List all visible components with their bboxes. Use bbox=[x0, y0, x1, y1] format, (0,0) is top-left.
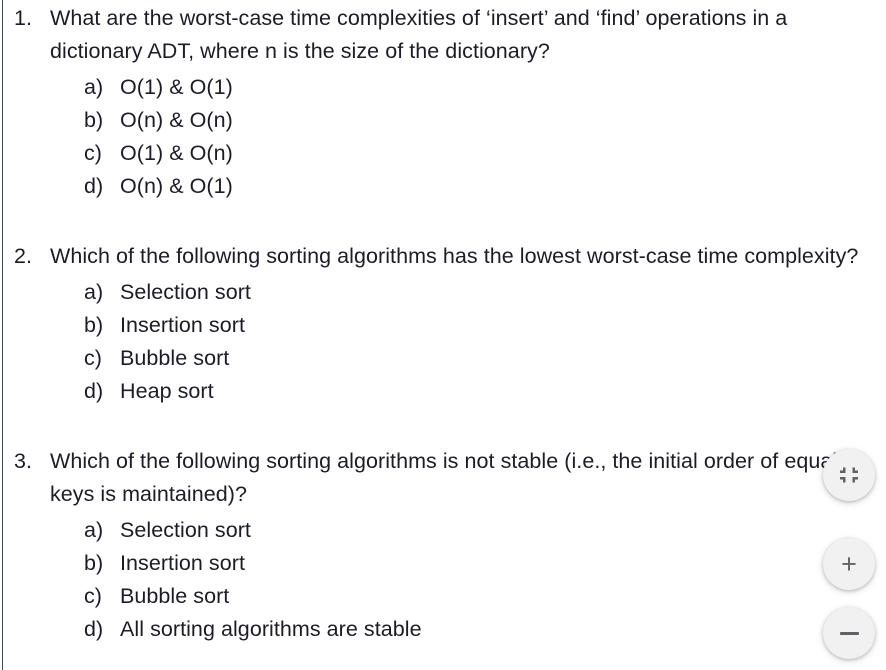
option-item[interactable]: a) O(1) & O(1) bbox=[0, 71, 886, 104]
option-label: O(n) & O(1) bbox=[120, 174, 233, 198]
document-page: 1. What are the worst-case time complexi… bbox=[0, 0, 886, 670]
question-block: 1. What are the worst-case time complexi… bbox=[0, 2, 886, 203]
option-marker: c) bbox=[84, 584, 103, 608]
option-item[interactable]: a) Selection sort bbox=[0, 514, 886, 547]
question-number: 3. bbox=[14, 449, 33, 473]
zoom-out-button[interactable] bbox=[823, 607, 875, 659]
question-text: What are the worst-case time complexitie… bbox=[50, 6, 788, 63]
option-marker: b) bbox=[84, 108, 104, 132]
option-marker: a) bbox=[84, 75, 104, 99]
option-marker: d) bbox=[84, 379, 104, 403]
option-label: All sorting algorithms are stable bbox=[120, 617, 422, 641]
option-item[interactable]: b) Insertion sort bbox=[0, 309, 886, 342]
option-list: a) Selection sort b) Insertion sort c) B… bbox=[0, 276, 886, 408]
question-number: 2. bbox=[14, 244, 33, 268]
option-label: Heap sort bbox=[120, 379, 214, 403]
option-label: Bubble sort bbox=[120, 584, 230, 608]
option-label: Selection sort bbox=[120, 518, 251, 542]
option-item[interactable]: c) Bubble sort bbox=[0, 342, 886, 375]
viewer-controls: + bbox=[823, 449, 875, 659]
fit-to-screen-button[interactable] bbox=[823, 449, 875, 501]
question-block: 2. Which of the following sorting algori… bbox=[0, 233, 886, 408]
option-label: Selection sort bbox=[120, 280, 251, 304]
document-content: 1. What are the worst-case time complexi… bbox=[0, 0, 886, 670]
option-marker: d) bbox=[84, 174, 104, 198]
option-item[interactable]: b) O(n) & O(n) bbox=[0, 104, 886, 137]
option-label: Bubble sort bbox=[120, 346, 230, 370]
option-marker: b) bbox=[84, 313, 104, 337]
option-marker: c) bbox=[84, 346, 103, 370]
option-label: O(n) & O(n) bbox=[120, 108, 233, 132]
question-text: Which of the following sorting algorithm… bbox=[50, 449, 838, 506]
question-heading: 2. Which of the following sorting algori… bbox=[0, 240, 886, 273]
plus-icon: + bbox=[841, 548, 857, 579]
option-item[interactable]: c) Bubble sort bbox=[0, 580, 886, 613]
option-item[interactable]: d) Heap sort bbox=[0, 375, 886, 408]
option-item[interactable]: a) Selection sort bbox=[0, 276, 886, 309]
option-label: Insertion sort bbox=[120, 313, 245, 337]
zoom-in-button[interactable]: + bbox=[823, 538, 875, 590]
option-marker: c) bbox=[84, 141, 103, 165]
option-marker: d) bbox=[84, 617, 104, 641]
option-item[interactable]: b) Insertion sort bbox=[0, 547, 886, 580]
question-text: Which of the following sorting algorithm… bbox=[50, 244, 859, 268]
option-item[interactable]: d) All sorting algorithms are stable bbox=[0, 613, 886, 646]
question-heading: 3. Which of the following sorting algori… bbox=[0, 445, 886, 511]
option-item[interactable]: d) O(n) & O(1) bbox=[0, 170, 886, 203]
option-item[interactable]: c) O(1) & O(n) bbox=[0, 137, 886, 170]
option-list: a) O(1) & O(1) b) O(n) & O(n) c) O(1) & … bbox=[0, 71, 886, 203]
option-label: O(1) & O(n) bbox=[120, 141, 233, 165]
option-label: O(1) & O(1) bbox=[120, 75, 233, 99]
question-number: 1. bbox=[14, 6, 33, 30]
question-block: 3. Which of the following sorting algori… bbox=[0, 438, 886, 646]
compress-arrows-icon bbox=[838, 464, 860, 486]
question-heading: 1. What are the worst-case time complexi… bbox=[0, 2, 886, 68]
option-label: Insertion sort bbox=[120, 551, 245, 575]
option-marker: b) bbox=[84, 551, 104, 575]
option-list: a) Selection sort b) Insertion sort c) B… bbox=[0, 514, 886, 646]
option-marker: a) bbox=[84, 518, 104, 542]
minus-icon bbox=[839, 631, 859, 635]
option-marker: a) bbox=[84, 280, 104, 304]
